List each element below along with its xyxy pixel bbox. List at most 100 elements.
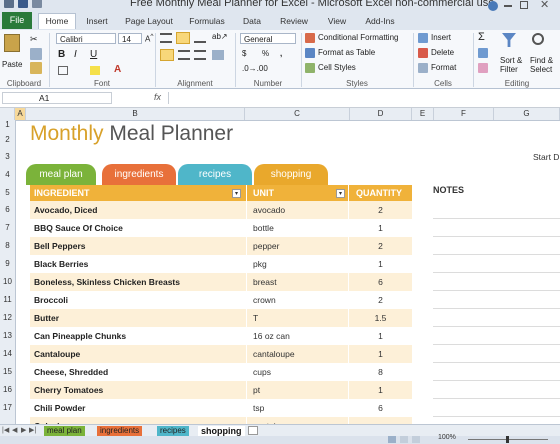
italic-icon[interactable]: I bbox=[74, 49, 77, 60]
cut-icon[interactable]: ✂ bbox=[30, 34, 38, 45]
tab-add-ins[interactable]: Add-Ins bbox=[360, 14, 400, 28]
quantity-cell[interactable]: 6 bbox=[349, 273, 412, 291]
page-break-view-icon[interactable] bbox=[412, 436, 420, 443]
table-row[interactable]: Boneless, Skinless Chicken Breasts breast… bbox=[30, 273, 412, 291]
autosum-icon[interactable]: Σ bbox=[478, 31, 485, 43]
notes-line[interactable] bbox=[433, 218, 560, 219]
ingredient-cell[interactable]: Avocado, Diced bbox=[34, 201, 97, 219]
row-header[interactable]: 8 bbox=[0, 237, 15, 255]
insert-cells-icon[interactable] bbox=[418, 33, 428, 43]
table-row[interactable]: Can Pineapple Chunks 16 oz can 1 bbox=[30, 327, 412, 345]
unit-cell[interactable]: avocado bbox=[253, 201, 285, 219]
quantity-cell[interactable]: 1 bbox=[349, 327, 412, 345]
unit-cell[interactable]: crown bbox=[253, 291, 276, 309]
paste-icon[interactable] bbox=[4, 34, 20, 52]
row-header[interactable]: 11 bbox=[0, 291, 15, 309]
unit-cell[interactable]: cups bbox=[253, 363, 271, 381]
quantity-cell[interactable]: 1.5 bbox=[349, 309, 412, 327]
increase-decimal-icon[interactable]: .0→.00 bbox=[242, 64, 268, 73]
tab-home[interactable]: Home bbox=[38, 13, 76, 29]
bold-icon[interactable]: B bbox=[58, 49, 65, 60]
row-header[interactable]: 12 bbox=[0, 309, 15, 327]
format-cells-button[interactable]: Format bbox=[431, 63, 456, 72]
notes-line[interactable] bbox=[433, 236, 560, 237]
align-top-icon[interactable] bbox=[160, 33, 172, 43]
insert-function-icon[interactable]: fx bbox=[154, 92, 161, 102]
row-header[interactable]: 6 bbox=[0, 201, 15, 219]
copy-icon[interactable] bbox=[30, 48, 42, 60]
table-row[interactable]: Bell Peppers pepper 2 bbox=[30, 237, 412, 255]
row-header[interactable]: 15 bbox=[0, 363, 15, 381]
help-icon[interactable] bbox=[488, 1, 498, 11]
font-name-select[interactable]: Calibri bbox=[56, 33, 116, 44]
underline-icon[interactable]: U bbox=[90, 49, 97, 60]
orientation-icon[interactable]: ab↗ bbox=[212, 32, 228, 41]
font-color-icon[interactable]: A bbox=[114, 64, 121, 75]
tab-data[interactable]: Data bbox=[236, 14, 268, 28]
quantity-cell[interactable]: 1 bbox=[349, 219, 412, 237]
notes-line[interactable] bbox=[433, 362, 560, 363]
format-as-table-button[interactable]: Format as Table bbox=[318, 48, 375, 57]
sheet-tab-shopping[interactable]: shopping bbox=[198, 426, 245, 436]
table-row[interactable]: Cantaloupe cantaloupe 1 bbox=[30, 345, 412, 363]
insert-sheet-icon[interactable] bbox=[248, 426, 258, 435]
tab-formulas[interactable]: Formulas bbox=[184, 14, 230, 28]
minimize-icon[interactable] bbox=[504, 5, 512, 7]
unit-cell[interactable]: pt bbox=[253, 381, 260, 399]
fill-icon[interactable] bbox=[478, 48, 488, 58]
row-header[interactable]: 13 bbox=[0, 327, 15, 345]
align-bottom-icon[interactable] bbox=[194, 33, 206, 43]
sort-label[interactable]: Sort & bbox=[500, 56, 522, 65]
table-row[interactable]: Black Berries pkg 1 bbox=[30, 255, 412, 273]
conditional-formatting-icon[interactable] bbox=[305, 33, 315, 43]
quantity-cell[interactable]: 1 bbox=[349, 345, 412, 363]
save-icon[interactable] bbox=[18, 0, 28, 8]
sort-filter-icon[interactable] bbox=[502, 33, 516, 47]
row-header[interactable]: 7 bbox=[0, 219, 15, 237]
column-header-c[interactable]: C bbox=[245, 108, 350, 120]
borders-icon[interactable] bbox=[58, 66, 68, 75]
grow-font-icon[interactable]: A^ bbox=[145, 33, 153, 44]
column-header-d[interactable]: D bbox=[350, 108, 412, 120]
sheet-tab-ingredients[interactable]: ingredients bbox=[97, 426, 143, 436]
row-header[interactable]: 5 bbox=[0, 185, 15, 201]
ingredient-cell[interactable]: Can Pineapple Chunks bbox=[34, 327, 126, 345]
next-sheet-icon[interactable]: ▶ bbox=[21, 426, 26, 434]
column-header-f[interactable]: F bbox=[434, 108, 494, 120]
notes-line[interactable] bbox=[433, 380, 560, 381]
ingredient-cell[interactable]: Cantaloupe bbox=[34, 345, 80, 363]
row-header[interactable]: 17 bbox=[0, 399, 15, 417]
unit-cell[interactable]: 16 oz can bbox=[253, 327, 290, 345]
ingredient-cell[interactable]: Bell Peppers bbox=[34, 237, 86, 255]
table-row[interactable]: Cherry Tomatoes pt 1 bbox=[30, 381, 412, 399]
last-sheet-icon[interactable]: ▶| bbox=[29, 426, 36, 434]
tab-file[interactable]: File bbox=[2, 12, 32, 29]
row-header[interactable]: 1 bbox=[0, 120, 15, 130]
ingredient-filter-button[interactable]: ▾ bbox=[232, 189, 241, 198]
ingredient-cell[interactable]: Broccoli bbox=[34, 291, 68, 309]
column-header-g[interactable]: G bbox=[494, 108, 560, 120]
first-sheet-icon[interactable]: |◀ bbox=[2, 426, 9, 434]
prev-sheet-icon[interactable]: ◀ bbox=[12, 426, 17, 434]
unit-cell[interactable]: tsp bbox=[253, 399, 264, 417]
notes-line[interactable] bbox=[433, 308, 560, 309]
number-format-select[interactable]: General bbox=[240, 33, 296, 44]
find-select-icon[interactable] bbox=[532, 33, 544, 45]
tab-meal-plan[interactable]: meal plan bbox=[26, 164, 96, 185]
row-header[interactable]: 14 bbox=[0, 345, 15, 363]
insert-cells-button[interactable]: Insert bbox=[431, 33, 451, 42]
row-header[interactable]: 10 bbox=[0, 273, 15, 291]
unit-filter-button[interactable]: ▾ bbox=[336, 189, 345, 198]
select-label[interactable]: Select bbox=[530, 65, 552, 74]
row-header[interactable]: 2 bbox=[0, 130, 15, 149]
unit-cell[interactable]: T bbox=[253, 309, 258, 327]
quantity-cell[interactable]: 2 bbox=[349, 237, 412, 255]
select-all-corner[interactable] bbox=[0, 108, 15, 120]
unit-cell[interactable]: bottle bbox=[253, 219, 274, 237]
sheet-tab-meal-plan[interactable]: meal plan bbox=[44, 426, 85, 436]
ingredient-cell[interactable]: BBQ Sauce Of Choice bbox=[34, 219, 123, 237]
row-header[interactable]: 3 bbox=[0, 149, 15, 164]
comma-icon[interactable]: , bbox=[280, 49, 282, 58]
quantity-cell[interactable]: 1 bbox=[349, 381, 412, 399]
ingredient-cell[interactable]: Black Berries bbox=[34, 255, 88, 273]
